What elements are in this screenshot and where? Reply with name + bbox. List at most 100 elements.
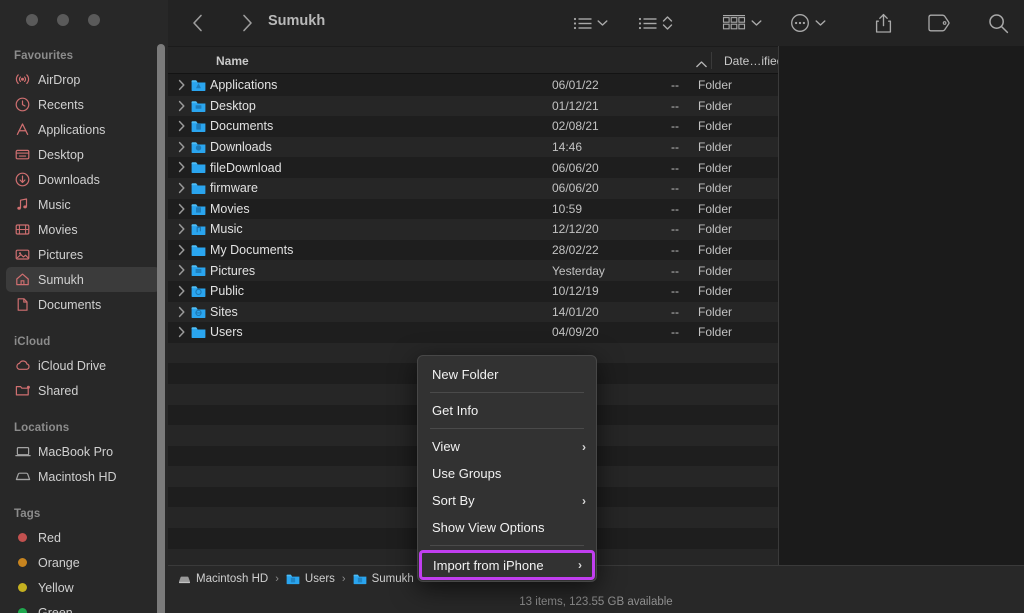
sidebar-item-recents[interactable]: Recents	[6, 92, 160, 117]
disclosure-triangle-icon[interactable]	[178, 120, 186, 135]
search-button[interactable]	[988, 8, 1009, 38]
column-header-name[interactable]: Name	[216, 47, 249, 74]
sidebar-scrollbar[interactable]	[157, 44, 165, 613]
share-button[interactable]	[875, 8, 892, 38]
sidebar-item-label: Applications	[38, 122, 106, 137]
disclosure-triangle-icon[interactable]	[178, 100, 186, 115]
close-button[interactable]	[26, 14, 38, 26]
sidebar-item-icloud-drive[interactable]: iCloud Drive	[6, 353, 160, 378]
list-view-options-button[interactable]	[573, 8, 608, 38]
tag-dot-icon	[14, 604, 31, 613]
disclosure-triangle-icon[interactable]	[178, 141, 186, 156]
file-date: 06/01/22	[552, 78, 599, 93]
file-kind: Folder	[698, 263, 733, 278]
sidebar-item-airdrop[interactable]: AirDrop	[6, 67, 160, 92]
disclosure-triangle-icon[interactable]	[178, 306, 186, 321]
menu-item-view[interactable]: View ›	[418, 433, 596, 460]
menu-item-show-view-options[interactable]: Show View Options	[418, 514, 596, 541]
column-divider[interactable]	[711, 52, 712, 69]
file-date: 10:59	[552, 201, 583, 216]
shared-folder-icon	[14, 382, 31, 399]
sidebar-item-shared[interactable]: Shared	[6, 378, 160, 403]
file-kind: Folder	[698, 201, 733, 216]
back-button[interactable]	[186, 8, 208, 38]
airdrop-icon	[14, 71, 31, 88]
file-date: 10/12/19	[552, 284, 599, 299]
disclosure-triangle-icon[interactable]	[178, 244, 186, 259]
file-name: Applications	[210, 78, 278, 93]
file-size: --	[671, 284, 679, 299]
window-controls[interactable]	[26, 14, 100, 26]
sidebar-item-desktop[interactable]: Desktop	[6, 142, 160, 167]
file-kind: Folder	[698, 119, 733, 134]
sidebar-item-macbook-pro[interactable]: MacBook Pro	[6, 439, 160, 464]
gallery-view-button[interactable]	[722, 8, 762, 38]
sidebar-item-label: Pictures	[38, 247, 84, 262]
sidebar-section-title-favourites: Favourites	[14, 50, 74, 62]
disclosure-triangle-icon[interactable]	[178, 326, 186, 341]
minimize-button[interactable]	[57, 14, 69, 26]
menu-item-import-from-iphone[interactable]: Import from iPhone ›	[419, 550, 595, 580]
menu-separator	[430, 392, 584, 393]
menu-item-label: Show View Options	[432, 520, 545, 535]
menu-item-get-info[interactable]: Get Info	[418, 397, 596, 424]
group-sort-button[interactable]	[638, 8, 673, 38]
sidebar-item-label: Orange	[38, 555, 80, 570]
file-date: 12/12/20	[552, 222, 599, 237]
more-actions-button[interactable]	[790, 8, 826, 38]
list-bullet-icon	[573, 8, 592, 38]
chevron-down-icon	[815, 19, 826, 27]
file-name: Movies	[210, 201, 250, 216]
breadcrumb-users[interactable]: Users	[286, 573, 335, 585]
sidebar-item-sumukh[interactable]: Sumukh	[6, 267, 160, 292]
disclosure-triangle-icon[interactable]	[178, 203, 186, 218]
file-name: Pictures	[210, 263, 256, 278]
menu-item-label: Get Info	[432, 403, 479, 418]
sidebar-item-movies[interactable]: Movies	[6, 217, 160, 242]
sidebar-item-red[interactable]: Red	[6, 525, 160, 550]
column-header-date[interactable]: Date…ified	[724, 47, 783, 74]
tag-dot-icon	[14, 579, 31, 596]
disclosure-triangle-icon[interactable]	[178, 161, 186, 176]
sidebar-item-pictures[interactable]: Pictures	[6, 242, 160, 267]
file-name: Public	[210, 284, 245, 299]
file-size: --	[671, 98, 679, 113]
file-date: Yesterday	[552, 263, 605, 278]
menu-item-sort-by[interactable]: Sort By ›	[418, 487, 596, 514]
sidebar-item-music[interactable]: Music	[6, 192, 160, 217]
folder-home-icon	[353, 573, 367, 585]
menu-item-use-groups[interactable]: Use Groups	[418, 460, 596, 487]
file-size: --	[671, 304, 679, 319]
file-name: Users	[210, 325, 243, 340]
disclosure-triangle-icon[interactable]	[178, 223, 186, 238]
context-menu[interactable]: New Folder Get Info View › Use Groups Sort By…	[417, 355, 597, 582]
forward-button[interactable]	[236, 8, 258, 38]
sidebar-item-label: Shared	[38, 383, 79, 398]
folder-music-icon	[191, 222, 206, 239]
zoom-button[interactable]	[88, 14, 100, 26]
navigation-buttons	[186, 8, 258, 38]
sidebar-item-documents[interactable]: Documents	[6, 292, 160, 317]
sidebar-item-yellow[interactable]: Yellow	[6, 575, 160, 600]
folder-desktop-icon	[191, 99, 206, 116]
sidebar-item-orange[interactable]: Orange	[6, 550, 160, 575]
disclosure-triangle-icon[interactable]	[178, 79, 186, 94]
sidebar-item-downloads[interactable]: Downloads	[6, 167, 160, 192]
file-size: --	[671, 160, 679, 175]
chevron-down-icon	[597, 19, 608, 27]
disclosure-triangle-icon[interactable]	[178, 182, 186, 197]
disclosure-triangle-icon[interactable]	[178, 264, 186, 279]
sidebar-item-green[interactable]: Green	[6, 600, 160, 613]
status-bar: 13 items, 123.55 GB available	[168, 591, 1024, 613]
breadcrumb-macintosh-hd[interactable]: Macintosh HD	[178, 573, 268, 585]
downloads-icon	[14, 171, 31, 188]
tags-button[interactable]	[928, 8, 950, 38]
sidebar-item-label: Movies	[38, 222, 78, 237]
sidebar-item-macintosh-hd[interactable]: Macintosh HD	[6, 464, 160, 489]
menu-item-new-folder[interactable]: New Folder	[418, 361, 596, 388]
breadcrumb-sumukh[interactable]: Sumukh	[353, 573, 414, 585]
sidebar-item-applications[interactable]: Applications	[6, 117, 160, 142]
folder-icon	[191, 181, 206, 198]
preview-pane	[778, 46, 1024, 613]
disclosure-triangle-icon[interactable]	[178, 285, 186, 300]
